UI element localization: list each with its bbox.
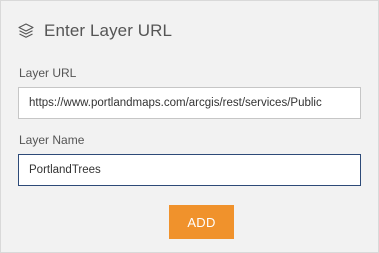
enter-layer-url-panel: Enter Layer URL Layer URL Layer Name ADD [0,0,379,253]
layer-url-label: Layer URL [19,66,77,80]
panel-header: Enter Layer URL [17,19,172,43]
layers-icon [17,22,35,40]
layer-name-label: Layer Name [19,133,85,147]
panel-title: Enter Layer URL [44,21,173,40]
layer-url-input[interactable] [18,87,361,119]
layer-name-input[interactable] [18,154,361,186]
add-button[interactable]: ADD [169,205,234,239]
